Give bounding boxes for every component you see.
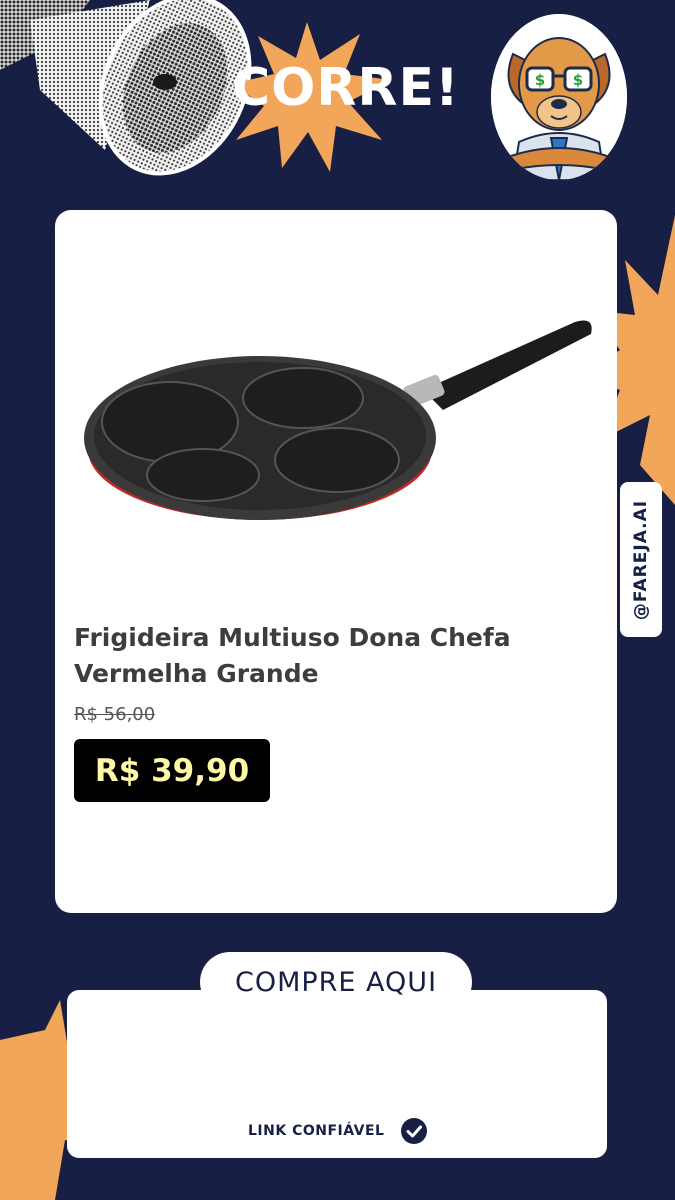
old-price: R$ 56,00	[74, 704, 156, 725]
svg-text:$: $	[573, 71, 583, 89]
brand-handle: @FAREJA.AI	[631, 499, 651, 620]
headline: CORRE!	[232, 58, 460, 118]
trusted-link-label: LINK CONFIÁVEL	[248, 1123, 385, 1139]
product-card[interactable]: Frigideira Multiuso Dona Chefa Vermelha …	[55, 210, 617, 913]
megaphone-icon	[0, 0, 252, 176]
buy-button-label: COMPRE AQUI	[234, 966, 438, 998]
current-price: R$ 39,90	[94, 752, 250, 789]
frying-pan-icon	[84, 320, 592, 520]
trusted-link[interactable]: LINK CONFIÁVEL	[248, 1116, 428, 1146]
price-badge: R$ 39,90	[74, 739, 270, 802]
svg-text:$: $	[535, 71, 545, 89]
dog-mascot-icon: $ $	[491, 14, 627, 180]
product-title: Frigideira Multiuso Dona Chefa Vermelha …	[74, 623, 511, 688]
check-circle-icon	[401, 1118, 428, 1144]
buy-button[interactable]: COMPRE AQUI	[200, 952, 472, 1012]
brand-handle-tag[interactable]: @FAREJA.AI	[620, 482, 662, 637]
